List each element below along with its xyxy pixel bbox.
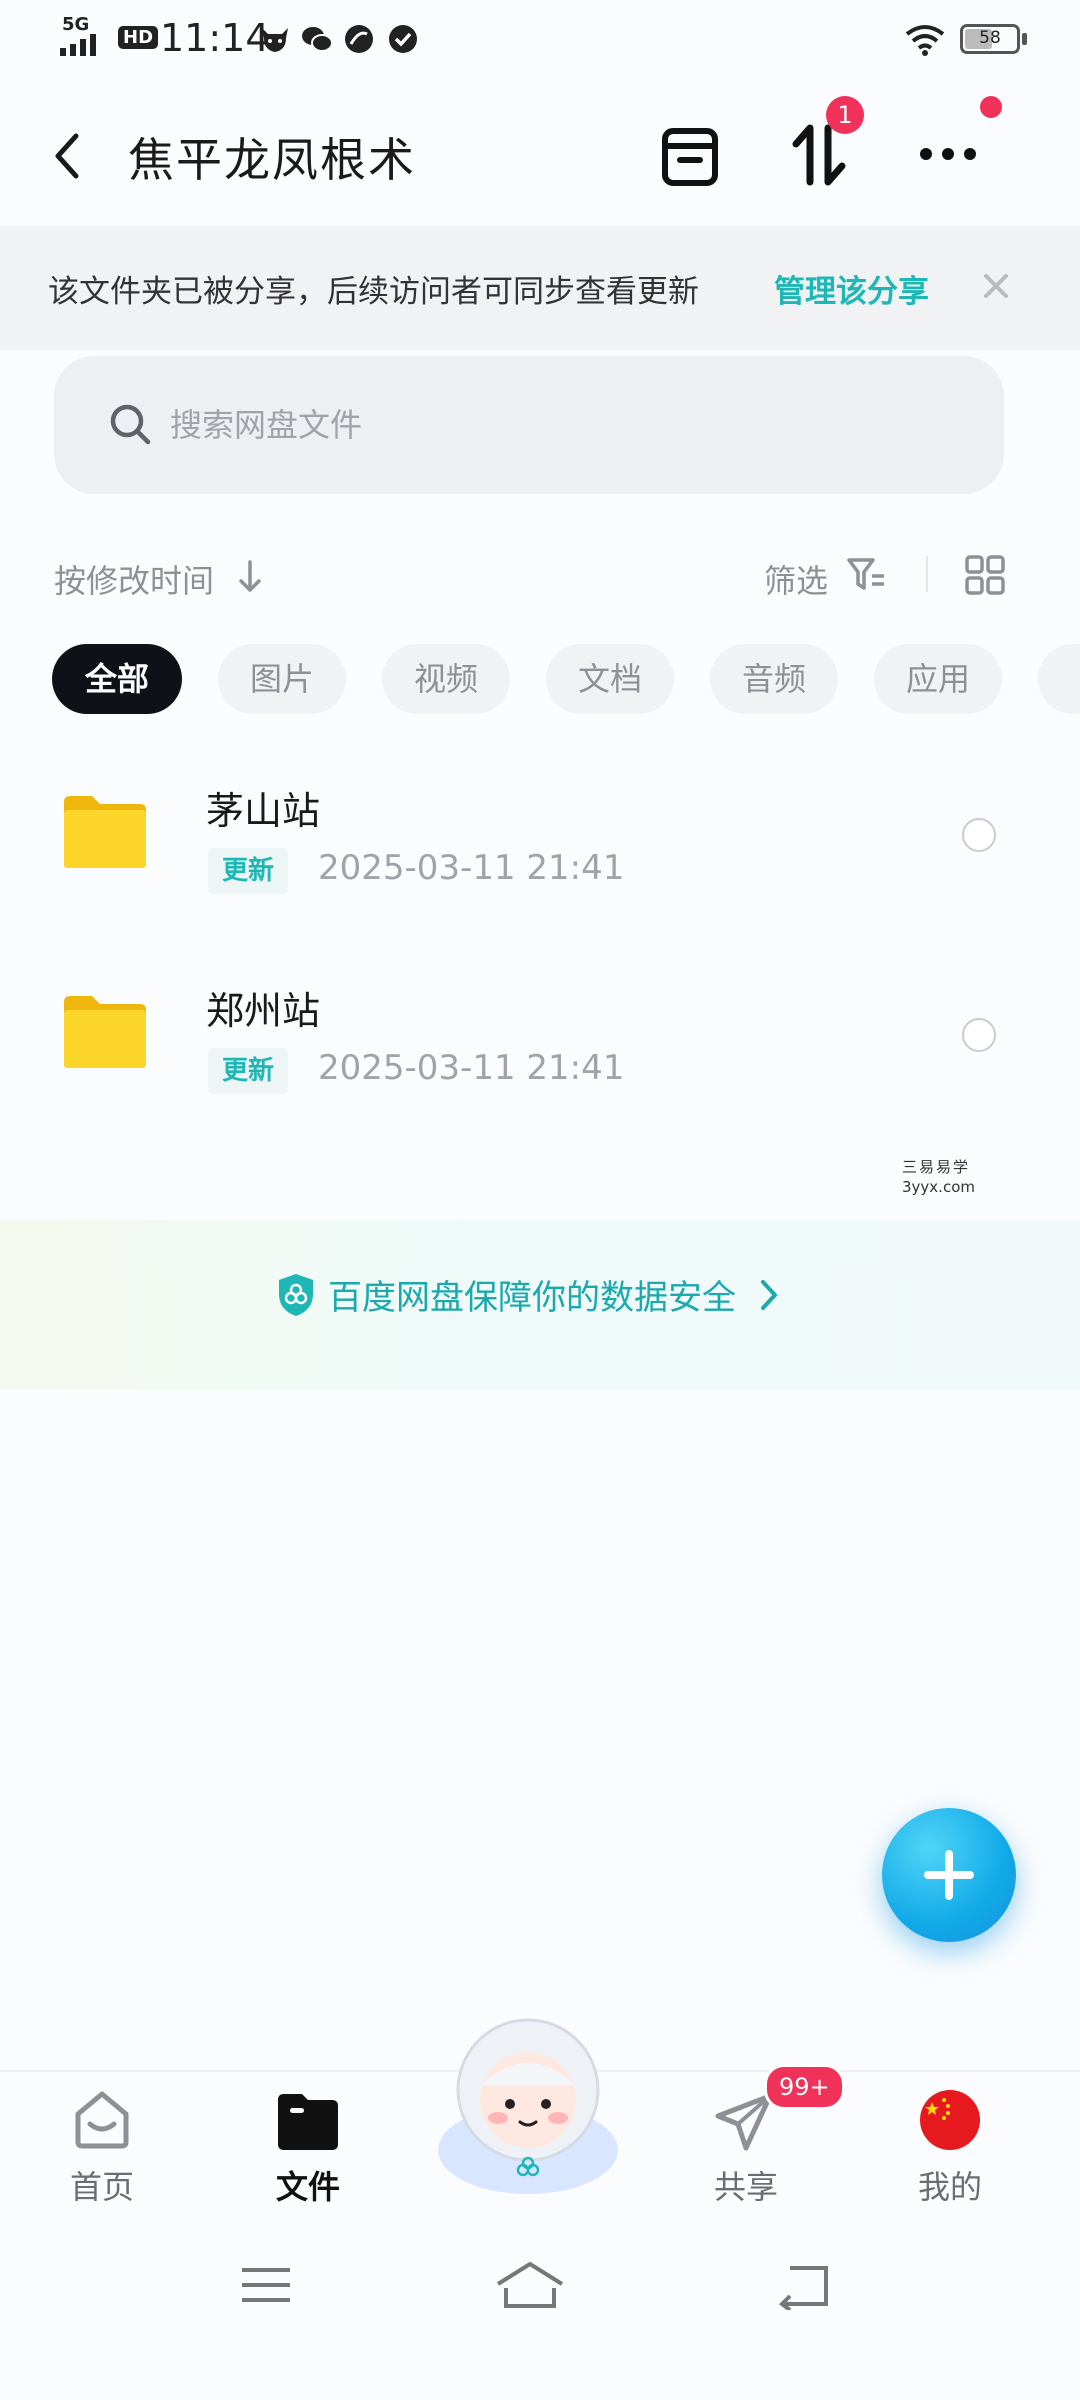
transfer-count-badge: 1 — [826, 96, 864, 134]
tab-apps[interactable]: 应用 — [874, 644, 1002, 714]
back-arrow-icon[interactable] — [44, 128, 88, 184]
folder-icon — [64, 996, 146, 1068]
share-notice-text: 该文件夹已被分享，后续访问者可同步查看更新 — [48, 274, 699, 310]
hd-indicator: HD — [118, 26, 159, 49]
battery-nub — [1022, 33, 1027, 45]
file-date: 2025-03-11 21:41 — [318, 1048, 625, 1088]
share-count-badge: 99+ — [764, 2064, 845, 2110]
sort-by-modified-time[interactable]: 按修改时间 — [54, 556, 214, 602]
shield-icon — [279, 1274, 313, 1316]
back-nav-icon[interactable] — [776, 2260, 836, 2310]
tab-all[interactable]: 全部 — [52, 644, 182, 714]
file-name: 茅山站 — [206, 789, 321, 833]
update-badge: 更新 — [208, 1048, 289, 1094]
wechat-icon — [302, 27, 333, 52]
select-checkbox[interactable] — [962, 818, 996, 852]
battery-icon: 58 — [960, 24, 1020, 54]
battery-level: 58 — [979, 28, 1001, 48]
tab-videos[interactable]: 视频 — [382, 644, 510, 714]
arrow-down-icon[interactable] — [236, 558, 264, 594]
grid-view-icon[interactable] — [964, 554, 1006, 596]
filter-button[interactable]: 筛选 — [764, 556, 828, 602]
more-icon[interactable] — [918, 146, 978, 162]
tab-images[interactable]: 图片 — [218, 644, 346, 714]
menu-icon[interactable] — [236, 2260, 296, 2310]
page-title: 焦平龙凤根术 — [128, 133, 416, 187]
search-input[interactable] — [168, 396, 872, 454]
link-app-icon — [345, 25, 373, 53]
watermark-text: 三易易学 — [902, 1158, 971, 1176]
status-bar: 5G HD 11:14 58 — [0, 0, 1080, 80]
nav-files[interactable]: 文件 — [248, 2162, 368, 2208]
manage-share-link[interactable]: 管理该分享 — [774, 266, 929, 311]
tab-audio[interactable]: 音频 — [710, 644, 838, 714]
network-type: 5G — [62, 14, 90, 35]
signal-icon — [60, 34, 96, 56]
file-date: 2025-03-11 21:41 — [318, 848, 625, 888]
nav-share[interactable]: 共享 — [686, 2162, 806, 2208]
chevron-right-icon[interactable] — [758, 1278, 780, 1312]
nav-me[interactable]: 我的 — [890, 2162, 1010, 2208]
tab-more[interactable] — [1038, 644, 1080, 714]
tab-documents[interactable]: 文档 — [546, 644, 674, 714]
security-text[interactable]: 百度网盘保障你的数据安全 — [328, 1270, 736, 1319]
avatar[interactable] — [918, 2088, 982, 2152]
plus-icon-vertical — [945, 1850, 953, 1900]
update-badge: 更新 — [208, 848, 289, 894]
mascot-icon[interactable] — [418, 2000, 638, 2200]
clock: 11:14 — [160, 16, 270, 60]
wifi-icon — [905, 25, 945, 56]
archive-icon[interactable] — [660, 128, 720, 186]
nav-home[interactable]: 首页 — [42, 2162, 162, 2208]
check-circle-icon — [389, 25, 417, 53]
notification-dot — [980, 96, 1002, 118]
toolbar-divider — [926, 556, 928, 592]
close-icon[interactable] — [976, 266, 1016, 306]
add-button[interactable] — [882, 1808, 1016, 1942]
files-icon[interactable] — [276, 2090, 340, 2154]
cow-app-icon — [262, 28, 288, 52]
home-nav-icon[interactable] — [494, 2258, 566, 2312]
watermark-url: 3yyx.com — [902, 1178, 975, 1196]
file-name: 郑州站 — [206, 989, 321, 1033]
folder-icon — [64, 796, 146, 868]
search-icon — [110, 404, 151, 445]
home-icon[interactable] — [70, 2088, 134, 2152]
select-checkbox[interactable] — [962, 1018, 996, 1052]
filter-icon[interactable] — [846, 556, 886, 594]
